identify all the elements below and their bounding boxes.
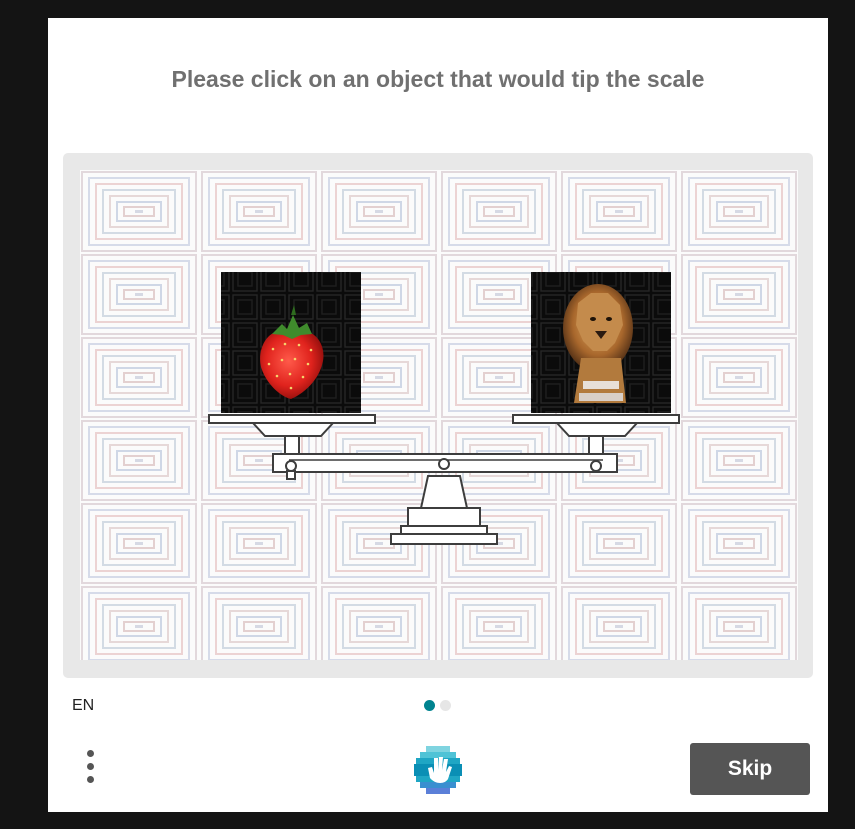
skip-button[interactable]: Skip [690, 743, 810, 795]
menu-dot [87, 763, 94, 770]
option-lion[interactable] [531, 272, 671, 413]
option-strawberry[interactable] [221, 272, 361, 413]
pagination-dot-active [424, 700, 435, 711]
more-options-menu-icon[interactable] [82, 748, 98, 788]
pagination-dot-inactive [440, 700, 451, 711]
language-selector[interactable]: EN [72, 697, 94, 715]
captcha-modal: Please click on an object that would tip… [48, 18, 828, 812]
menu-dot [87, 750, 94, 757]
hcaptcha-logo-icon [414, 746, 462, 794]
background-pattern [80, 170, 798, 660]
menu-dot [87, 776, 94, 783]
challenge-canvas [80, 170, 798, 660]
challenge-prompt: Please click on an object that would tip… [171, 66, 705, 92]
challenge-image-area [63, 153, 813, 678]
